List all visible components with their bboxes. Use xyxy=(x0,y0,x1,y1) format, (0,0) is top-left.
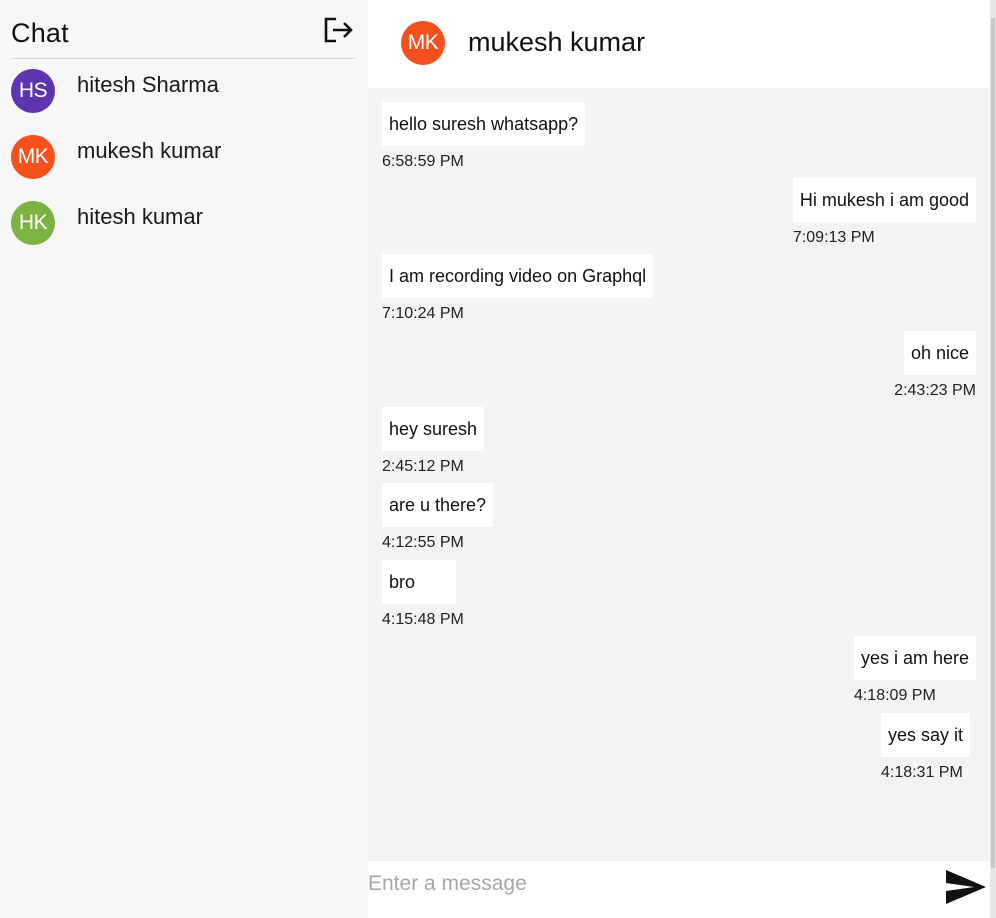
message-bubble: are u there? xyxy=(382,483,494,527)
send-icon xyxy=(946,870,986,904)
message-time: 2:43:23 PM xyxy=(894,382,976,399)
message-time: 2:45:12 PM xyxy=(382,458,464,475)
message-item: are u there? 4:12:55 PM xyxy=(382,483,494,552)
avatar: MK xyxy=(401,21,445,65)
message-time: 7:09:13 PM xyxy=(792,229,875,246)
contact-list: HS hitesh Sharma MK mukesh kumar HK hite… xyxy=(11,64,355,262)
message-bubble: yes say it xyxy=(880,713,970,757)
contact-name: hitesh Sharma xyxy=(77,72,219,97)
message-bubble: I am recording video on Graphql xyxy=(382,254,654,298)
message-bubble: yes i am here xyxy=(853,636,976,680)
message-bubble: hello suresh whatsapp? xyxy=(382,102,586,146)
contact-item[interactable]: MK mukesh kumar xyxy=(11,130,355,196)
message-time: 6:58:59 PM xyxy=(382,153,464,170)
message-item: yes i am here 4:18:09 PM xyxy=(853,636,976,705)
sidebar: Chat HS hitesh Sharma MK mukesh kumar HK xyxy=(0,0,368,918)
contact-name: mukesh kumar xyxy=(77,138,222,163)
contact-item[interactable]: HS hitesh Sharma xyxy=(11,64,355,130)
send-button[interactable] xyxy=(944,867,988,907)
chat-app: Chat HS hitesh Sharma MK mukesh kumar HK xyxy=(0,0,996,918)
message-time: 7:10:24 PM xyxy=(382,305,464,322)
message-bubble: Hi mukesh i am good xyxy=(792,178,976,222)
chat-header: MK mukesh kumar xyxy=(368,0,990,88)
message-bubble: hey suresh xyxy=(382,407,485,451)
message-time: 4:15:48 PM xyxy=(382,611,464,628)
message-item: hello suresh whatsapp? 6:58:59 PM xyxy=(382,102,586,171)
message-bubble: oh nice xyxy=(903,331,976,375)
avatar: HS xyxy=(11,69,55,113)
message-bubble: bro xyxy=(382,560,456,604)
logout-button[interactable] xyxy=(323,14,355,46)
message-time: 4:12:55 PM xyxy=(382,534,464,551)
chat-header-name: mukesh kumar xyxy=(468,27,646,57)
message-input[interactable] xyxy=(368,861,928,906)
message-time: 4:18:31 PM xyxy=(880,764,963,781)
message-item: hey suresh 2:45:12 PM xyxy=(382,407,485,476)
scrollbar-thumb[interactable] xyxy=(991,18,995,868)
sidebar-title: Chat xyxy=(11,18,69,48)
avatar: MK xyxy=(11,135,55,179)
sidebar-header: Chat xyxy=(11,12,355,59)
message-item: yes say it 4:18:31 PM xyxy=(880,713,970,782)
message-item: bro 4:15:48 PM xyxy=(382,560,464,629)
message-composer xyxy=(368,861,990,918)
contact-name: hitesh kumar xyxy=(77,204,203,229)
avatar: HK xyxy=(11,201,55,245)
message-time: 4:18:09 PM xyxy=(853,687,936,704)
chat-panel: MK mukesh kumar hello suresh whatsapp? 6… xyxy=(368,0,990,918)
message-item: I am recording video on Graphql 7:10:24 … xyxy=(382,254,654,323)
message-item: oh nice 2:43:23 PM xyxy=(894,331,976,400)
contact-item[interactable]: HK hitesh kumar xyxy=(11,196,355,262)
logout-icon xyxy=(324,17,353,43)
message-item: Hi mukesh i am good 7:09:13 PM xyxy=(792,178,976,247)
